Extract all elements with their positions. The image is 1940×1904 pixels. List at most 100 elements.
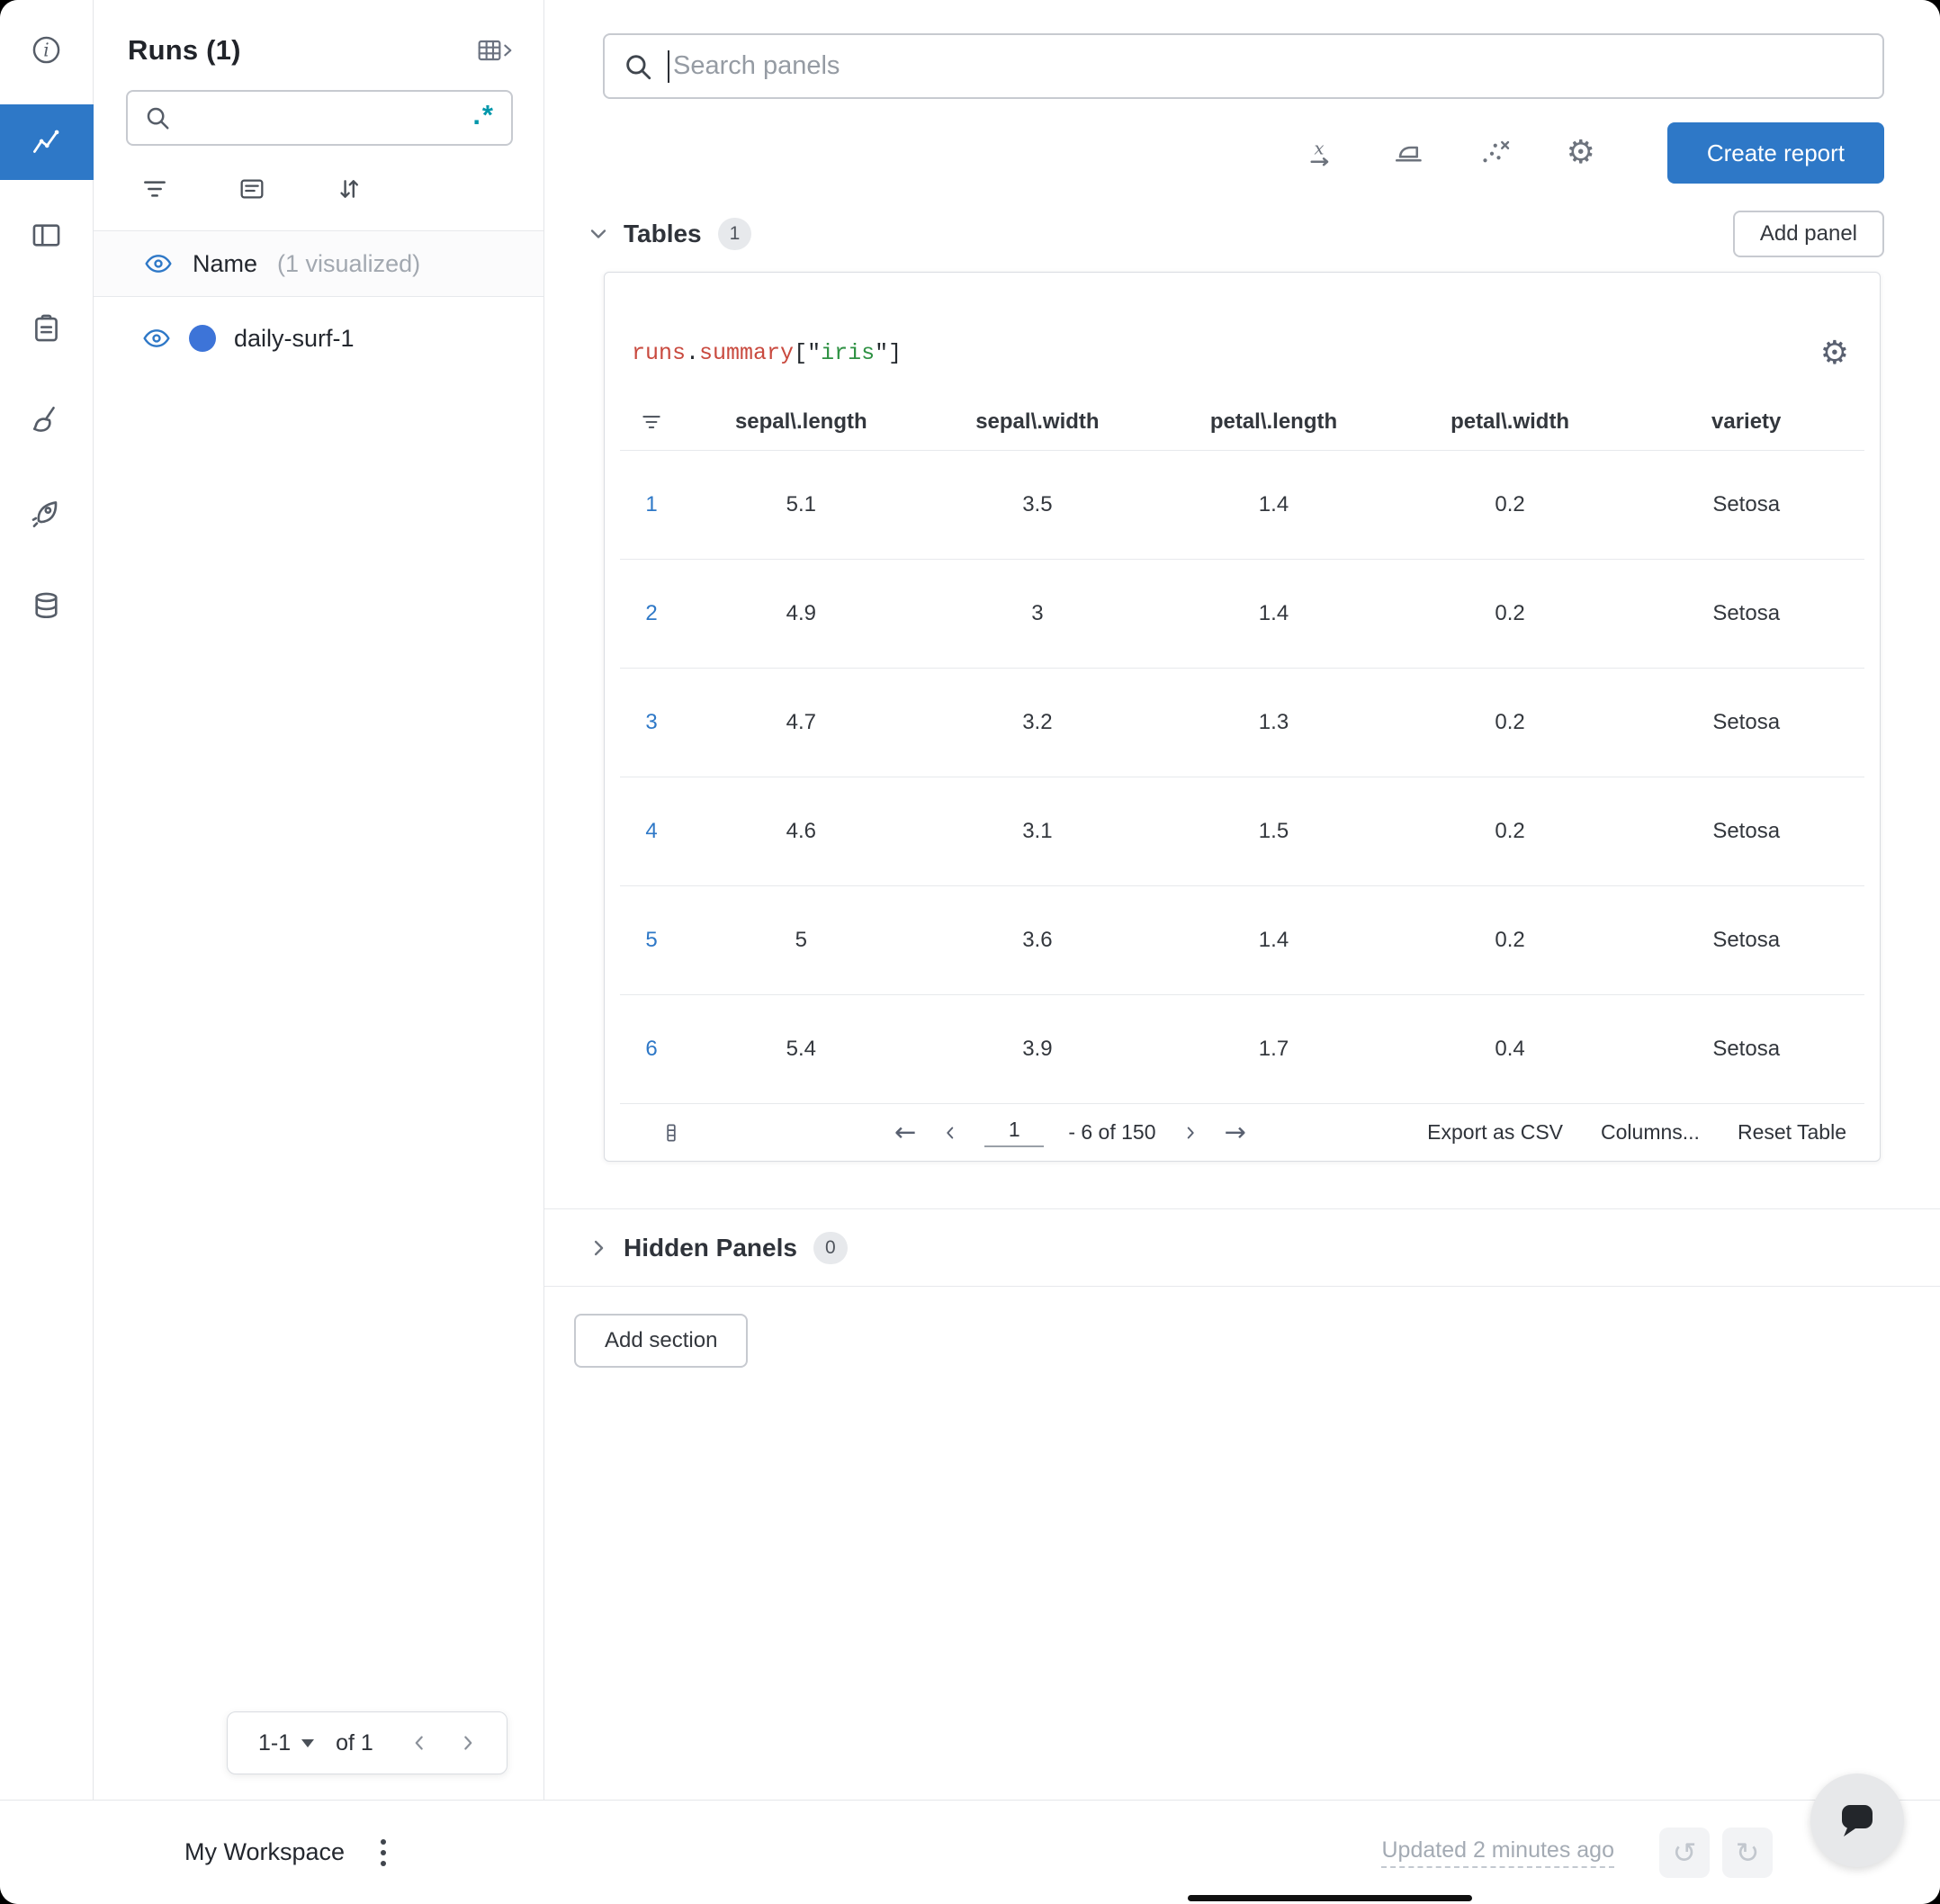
row-index-link[interactable]: 3 bbox=[620, 710, 683, 735]
runs-search-input[interactable] bbox=[184, 103, 473, 132]
panel-search-box bbox=[603, 33, 1884, 99]
visualize-all-toggle[interactable] bbox=[144, 249, 173, 278]
column-header[interactable]: variety bbox=[1628, 409, 1864, 435]
rail-item-sweeps[interactable] bbox=[0, 382, 94, 458]
cell: 0.2 bbox=[1495, 601, 1525, 625]
last-page-button[interactable]: → bbox=[1225, 1119, 1246, 1145]
undo-button[interactable]: ↺ bbox=[1659, 1827, 1710, 1878]
column-header[interactable]: petal\.width bbox=[1392, 409, 1629, 435]
page-range-label: 1-1 bbox=[258, 1729, 292, 1756]
code-dot: . bbox=[686, 340, 700, 366]
filter-icon bbox=[144, 181, 166, 197]
cell: Setosa bbox=[1712, 1037, 1781, 1061]
page-of-label: of 1 bbox=[336, 1729, 373, 1756]
rail-item-launch[interactable] bbox=[0, 475, 94, 551]
row-index-link[interactable]: 6 bbox=[620, 1037, 683, 1062]
next-page-button[interactable] bbox=[456, 1731, 480, 1755]
expand-hidden-panels-button[interactable] bbox=[586, 1235, 611, 1261]
collapse-tables-button[interactable] bbox=[586, 221, 611, 247]
cell: 1.4 bbox=[1258, 601, 1289, 625]
filter-runs-button[interactable] bbox=[140, 175, 169, 203]
svg-text:x: x bbox=[1314, 139, 1324, 159]
rail-item-overview[interactable]: i bbox=[0, 12, 94, 87]
create-report-button[interactable]: Create report bbox=[1666, 122, 1884, 184]
cell: 1.3 bbox=[1258, 710, 1289, 734]
svg-text:i: i bbox=[43, 39, 49, 60]
help-chat-button[interactable] bbox=[1810, 1774, 1904, 1867]
home-indicator bbox=[1188, 1895, 1472, 1901]
table-row: 2 4.9 3 1.4 0.2 Setosa bbox=[620, 560, 1864, 669]
column-header[interactable]: petal\.length bbox=[1155, 409, 1392, 435]
export-csv-button[interactable]: Export as CSV bbox=[1427, 1120, 1563, 1145]
x-axis-settings-button[interactable]: x bbox=[1279, 137, 1365, 169]
cell: 4.7 bbox=[786, 710, 816, 734]
runs-name-header: Name (1 visualized) bbox=[94, 230, 543, 297]
runs-table-expand-button[interactable] bbox=[477, 36, 513, 65]
cell: 1.5 bbox=[1258, 819, 1289, 843]
panel-search-input[interactable] bbox=[673, 51, 1864, 81]
table-row: 6 5.4 3.9 1.7 0.4 Setosa bbox=[620, 995, 1864, 1104]
panel-layout-icon bbox=[32, 223, 60, 247]
hidden-panels-title: Hidden Panels bbox=[624, 1233, 797, 1262]
page-size-dropdown[interactable]: 1-1 bbox=[258, 1729, 315, 1756]
panel-settings-button[interactable]: ⚙ bbox=[1820, 337, 1849, 370]
chat-bubble-icon bbox=[1842, 1805, 1873, 1837]
table-filter-button[interactable] bbox=[620, 410, 683, 434]
workspace-menu-button[interactable] bbox=[375, 1834, 391, 1872]
columns-button[interactable]: Columns... bbox=[1601, 1120, 1700, 1145]
workspace-name: My Workspace bbox=[184, 1838, 346, 1865]
add-section-button[interactable]: Add section bbox=[574, 1314, 749, 1368]
cell: 5 bbox=[795, 928, 807, 952]
outliers-settings-button[interactable] bbox=[1451, 137, 1538, 169]
reset-table-button[interactable]: Reset Table bbox=[1738, 1120, 1846, 1145]
row-index-link[interactable]: 5 bbox=[620, 928, 683, 953]
next-page-button[interactable] bbox=[1181, 1123, 1200, 1143]
row-index-link[interactable]: 2 bbox=[620, 601, 683, 626]
row-index-link[interactable]: 4 bbox=[620, 819, 683, 844]
regex-toggle[interactable]: .* bbox=[472, 101, 495, 136]
sort-runs-button[interactable] bbox=[335, 175, 364, 203]
database-icon bbox=[35, 592, 58, 618]
workspace-toolbar: x ⚙ Create report bbox=[603, 122, 1884, 184]
table-row: 4 4.6 3.1 1.5 0.2 Setosa bbox=[620, 777, 1864, 886]
row-index-link[interactable]: 1 bbox=[620, 492, 683, 517]
cell: 3 bbox=[1031, 601, 1044, 625]
cell: 3.2 bbox=[1022, 710, 1053, 734]
rail-item-panels[interactable] bbox=[0, 197, 94, 273]
hidden-panels-section-header[interactable]: Hidden Panels 0 bbox=[544, 1208, 1940, 1287]
table-actions: Export as CSV Columns... Reset Table bbox=[1427, 1120, 1846, 1145]
tables-section-header: Tables 1 Add panel bbox=[586, 211, 1884, 257]
add-panel-button[interactable]: Add panel bbox=[1732, 211, 1884, 257]
chevron-down-icon bbox=[301, 1738, 315, 1747]
table-row: 1 5.1 3.5 1.4 0.2 Setosa bbox=[620, 451, 1864, 560]
chevron-down-icon bbox=[590, 229, 606, 238]
gear-icon: ⚙ bbox=[1819, 335, 1849, 372]
code-key: iris bbox=[821, 340, 876, 366]
table-pagination: ← - 6 of 150 → bbox=[894, 1118, 1246, 1147]
first-page-button[interactable]: ← bbox=[894, 1119, 916, 1145]
prev-page-button[interactable] bbox=[940, 1123, 960, 1143]
prev-page-button[interactable] bbox=[408, 1731, 431, 1755]
status-bar: My Workspace Updated 2 minutes ago ↺ ↻ bbox=[0, 1800, 1940, 1904]
cell: 0.2 bbox=[1495, 928, 1525, 952]
page-number-input[interactable] bbox=[984, 1118, 1045, 1147]
cell: 3.5 bbox=[1022, 492, 1053, 516]
rail-item-notes[interactable] bbox=[0, 290, 94, 365]
row-height-button[interactable] bbox=[660, 1121, 683, 1145]
undo-icon: ↺ bbox=[1672, 1835, 1697, 1870]
rail-item-workspace[interactable] bbox=[0, 104, 94, 180]
run-visibility-toggle[interactable] bbox=[142, 324, 171, 353]
visualized-count-label: (1 visualized) bbox=[277, 249, 421, 277]
chevron-right-icon bbox=[1187, 1127, 1194, 1138]
cell: 5.1 bbox=[786, 492, 816, 516]
run-display-settings-button[interactable] bbox=[238, 175, 266, 203]
column-header[interactable]: sepal\.width bbox=[920, 409, 1156, 435]
run-row[interactable]: daily-surf-1 bbox=[94, 297, 543, 371]
smoothing-settings-button[interactable] bbox=[1365, 137, 1451, 169]
workspace-settings-button[interactable]: ⚙ bbox=[1538, 137, 1624, 169]
column-header[interactable]: sepal\.length bbox=[683, 409, 920, 435]
gear-icon: ⚙ bbox=[1566, 134, 1595, 171]
rail-item-artifacts[interactable] bbox=[0, 568, 94, 643]
redo-button[interactable]: ↻ bbox=[1722, 1827, 1773, 1878]
cell: 1.4 bbox=[1258, 928, 1289, 952]
